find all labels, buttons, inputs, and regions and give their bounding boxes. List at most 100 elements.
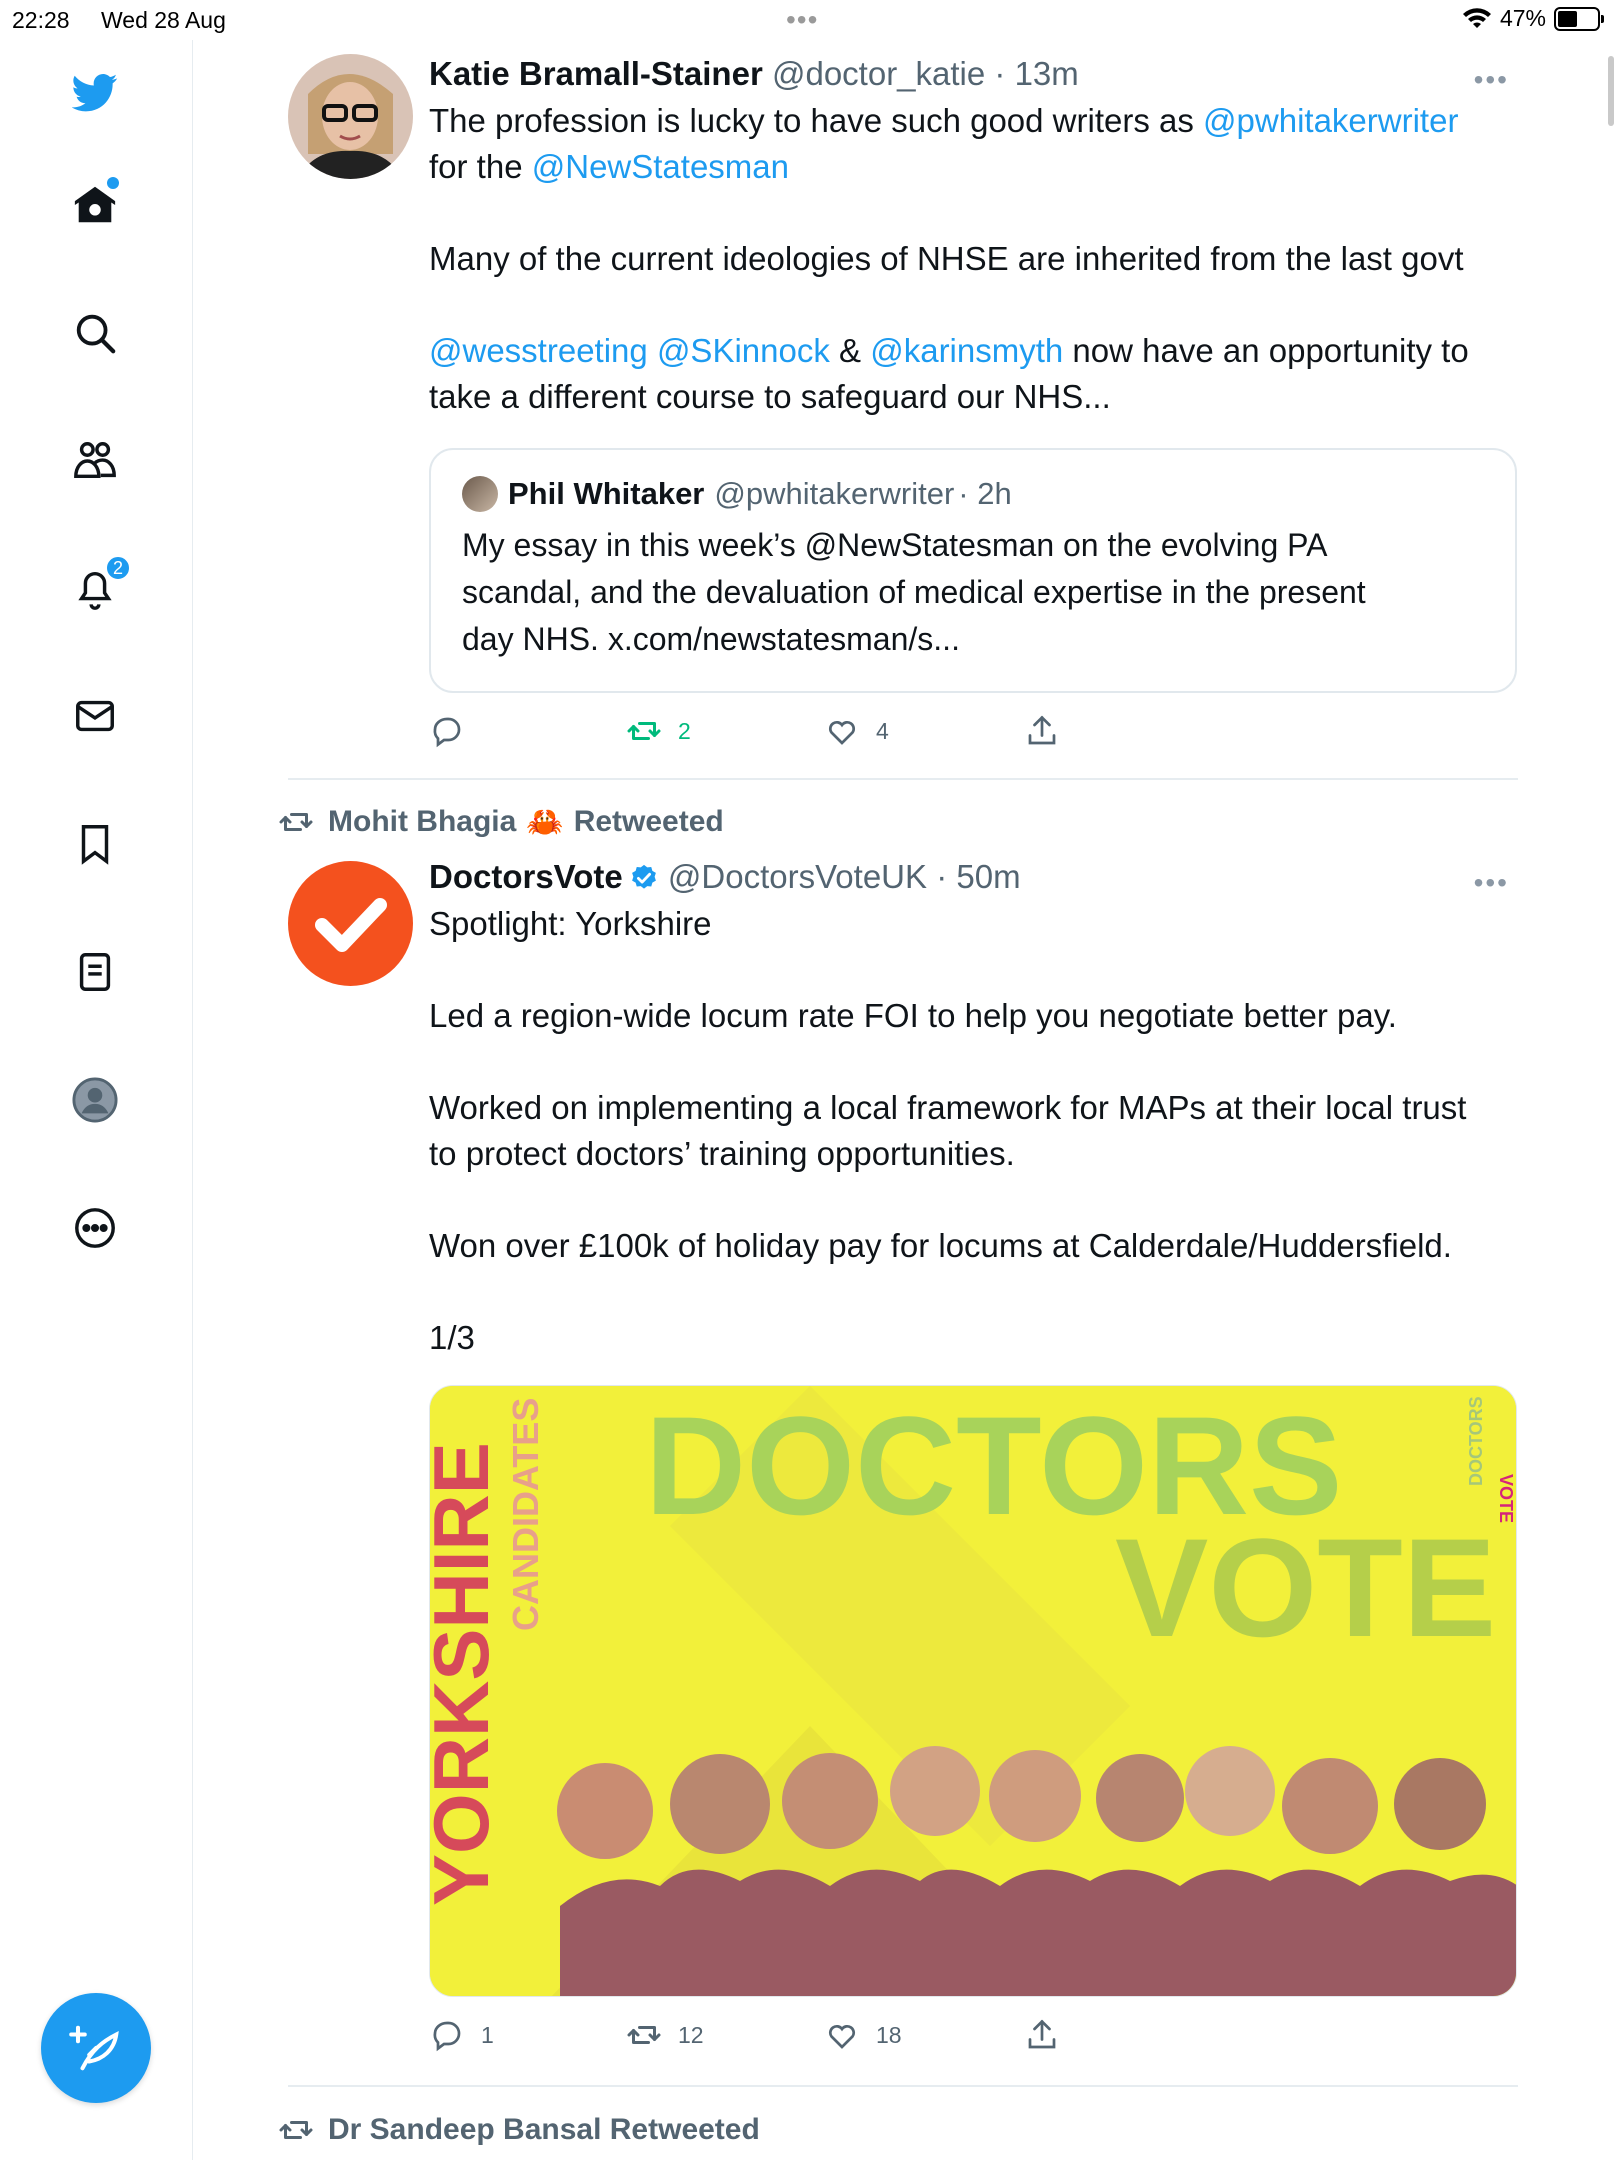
tweet-more-options-icon[interactable]: ••• <box>1474 867 1509 899</box>
text-paragraph: Led a region-wide locum rate FOI to help… <box>429 997 1397 1034</box>
author-handle[interactable]: @DoctorsVoteUK <box>668 858 927 895</box>
retweeted-label: Retweeted <box>573 805 724 838</box>
tweet-1-avatar[interactable] <box>288 54 413 179</box>
tweet-divider <box>288 2085 1518 2087</box>
lists-icon[interactable] <box>67 944 123 1000</box>
reply-count: 1 <box>481 2021 494 2048</box>
crab-emoji: 🦀 <box>526 805 564 839</box>
author-handle[interactable]: @doctor_katie <box>772 55 985 92</box>
retweeted-by-label[interactable]: Mohit Bhagia 🦀 Retweeted <box>278 804 724 840</box>
search-icon[interactable] <box>67 305 123 361</box>
tweet-more-options-icon[interactable]: ••• <box>1474 64 1509 96</box>
tweet-1-header: Katie Bramall-Stainer @doctor_katie · 13… <box>429 54 1509 94</box>
mention-link[interactable]: @wesstreeting <box>429 332 648 369</box>
home-unread-dot <box>107 177 119 189</box>
reply-button[interactable]: 1 <box>429 2017 494 2053</box>
text-paragraph: Worked on implementing a local framework… <box>429 1089 1467 1126</box>
like-button[interactable]: 18 <box>824 2017 902 2053</box>
tweet-media-image[interactable]: YORKSHIRE CANDIDATES DOCTORS VOTE DOCTOR… <box>429 1385 1517 1997</box>
text-paragraph: Spotlight: Yorkshire <box>429 905 712 942</box>
mention-link[interactable]: @NewStatesman <box>532 148 789 185</box>
poster-yorkshire-text: YORKSHIRE <box>430 1442 505 1906</box>
retweet-icon <box>279 2121 313 2139</box>
quoted-tweet-time: · 2h <box>958 476 1012 511</box>
quoted-line: day NHS. x.com/newstatesman/s... <box>462 621 960 657</box>
retweet-button[interactable]: 2 <box>626 713 691 749</box>
notifications-bell-icon[interactable]: 2 <box>67 555 131 617</box>
quoted-tweet[interactable]: Phil Whitaker @pwhitakerwriter · 2h My e… <box>429 448 1517 693</box>
author-name[interactable]: DoctorsVote <box>429 858 623 895</box>
status-indicators: 47% <box>1462 5 1604 32</box>
status-bar: 22:28 Wed 28 Aug ••• 47% <box>0 0 1620 40</box>
scrollbar[interactable] <box>1608 56 1614 126</box>
like-count: 4 <box>876 717 889 744</box>
quoted-line: My essay in this week’s @NewStatesman on… <box>462 527 1328 563</box>
reply-button[interactable] <box>429 713 481 749</box>
profile-avatar-icon[interactable] <box>67 1072 123 1128</box>
tweet-divider <box>288 778 1518 780</box>
tweet-1-body: Katie Bramall-Stainer @doctor_katie · 13… <box>429 54 1517 763</box>
poster-candidates-text: CANDIDATES <box>505 1398 546 1631</box>
poster-logo-doctors: DOCTORS <box>1466 1396 1486 1486</box>
share-button[interactable] <box>1024 2017 1060 2053</box>
verified-badge-icon <box>631 864 656 889</box>
sidebar: 2 <box>0 40 193 2160</box>
mention-link[interactable]: @SKinnock <box>657 332 830 369</box>
text-segment: now have an opportunity to <box>1063 332 1469 369</box>
tweet-1-text: The profession is lucky to have such goo… <box>429 98 1509 420</box>
reply-icon <box>433 2021 461 2052</box>
quoted-author-avatar <box>462 476 498 512</box>
heart-icon <box>828 720 856 745</box>
text-paragraph: to protect doctors’ training opportuniti… <box>429 1135 1015 1172</box>
compose-feather-icon <box>69 2025 119 2071</box>
compose-tweet-button[interactable] <box>41 1993 151 2103</box>
quoted-author-name: Phil Whitaker <box>508 476 705 511</box>
retweeter-name[interactable]: Mohit Bhagia <box>328 805 516 839</box>
text-paragraph: Won over £100k of holiday pay for locums… <box>429 1227 1452 1264</box>
share-icon <box>1028 715 1056 745</box>
twitter-logo-icon[interactable] <box>67 64 123 120</box>
home-icon[interactable] <box>67 177 123 233</box>
messages-envelope-icon[interactable] <box>67 688 123 744</box>
tweet-actions: 1 12 18 <box>429 2017 1509 2067</box>
quoted-author-handle: @pwhitakerwriter <box>714 476 955 511</box>
notifications-badge: 2 <box>105 555 131 581</box>
quoted-tweet-text: My essay in this week’s @NewStatesman on… <box>462 522 1484 663</box>
quoted-line: scandal, and the devaluation of medical … <box>462 574 1366 610</box>
text-paragraph: 1/3 <box>429 1319 475 1356</box>
share-icon <box>1028 2019 1056 2049</box>
poster-logo-vote: VOTE <box>1496 1474 1516 1523</box>
reply-icon <box>433 717 461 748</box>
more-options-circle-icon[interactable] <box>67 1200 123 1256</box>
doctorsvote-avatar[interactable] <box>288 861 413 986</box>
bookmarks-icon[interactable] <box>67 816 123 872</box>
tweet-2-header: DoctorsVote @DoctorsVoteUK · 50m <box>429 857 1509 897</box>
tweet-time[interactable]: · 50m <box>936 858 1020 895</box>
retweet-count: 2 <box>678 717 691 744</box>
like-count: 18 <box>876 2021 902 2048</box>
mention-link[interactable]: @pwhitakerwriter <box>1203 102 1458 139</box>
retweeter-name[interactable]: Dr Sandeep Bansal Retweeted <box>328 2113 760 2147</box>
mention-link[interactable]: @karinsmyth <box>870 332 1063 369</box>
text-segment: The profession is lucky to have such goo… <box>429 102 1204 139</box>
author-name[interactable]: Katie Bramall-Stainer <box>429 55 763 92</box>
tweet-time[interactable]: · 13m <box>994 55 1078 92</box>
retweeted-by-label[interactable]: Dr Sandeep Bansal Retweeted <box>278 2112 760 2148</box>
heart-icon <box>828 2024 856 2049</box>
quoted-tweet-header: Phil Whitaker @pwhitakerwriter · 2h <box>462 476 1484 512</box>
poster-vote-text: VOTE <box>1115 1509 1496 1666</box>
battery-percent: 47% <box>1499 5 1546 31</box>
battery-icon <box>1554 6 1604 31</box>
text-paragraph: take a different course to safeguard our… <box>429 378 1111 415</box>
like-button[interactable]: 4 <box>824 713 889 749</box>
retweet-button[interactable]: 12 <box>626 2017 704 2053</box>
communities-icon[interactable] <box>67 433 123 489</box>
text-segment: for the <box>429 148 532 185</box>
status-date: Wed 28 Aug <box>101 7 226 33</box>
share-button[interactable] <box>1024 713 1060 749</box>
retweet-icon <box>627 722 661 740</box>
tweet-2-body: DoctorsVote @DoctorsVoteUK · 50m ••• Spo… <box>429 857 1517 2067</box>
multitasking-dots-icon[interactable]: ••• <box>786 4 818 36</box>
text-segment: & <box>829 332 871 369</box>
status-time: 22:28 <box>12 7 70 33</box>
